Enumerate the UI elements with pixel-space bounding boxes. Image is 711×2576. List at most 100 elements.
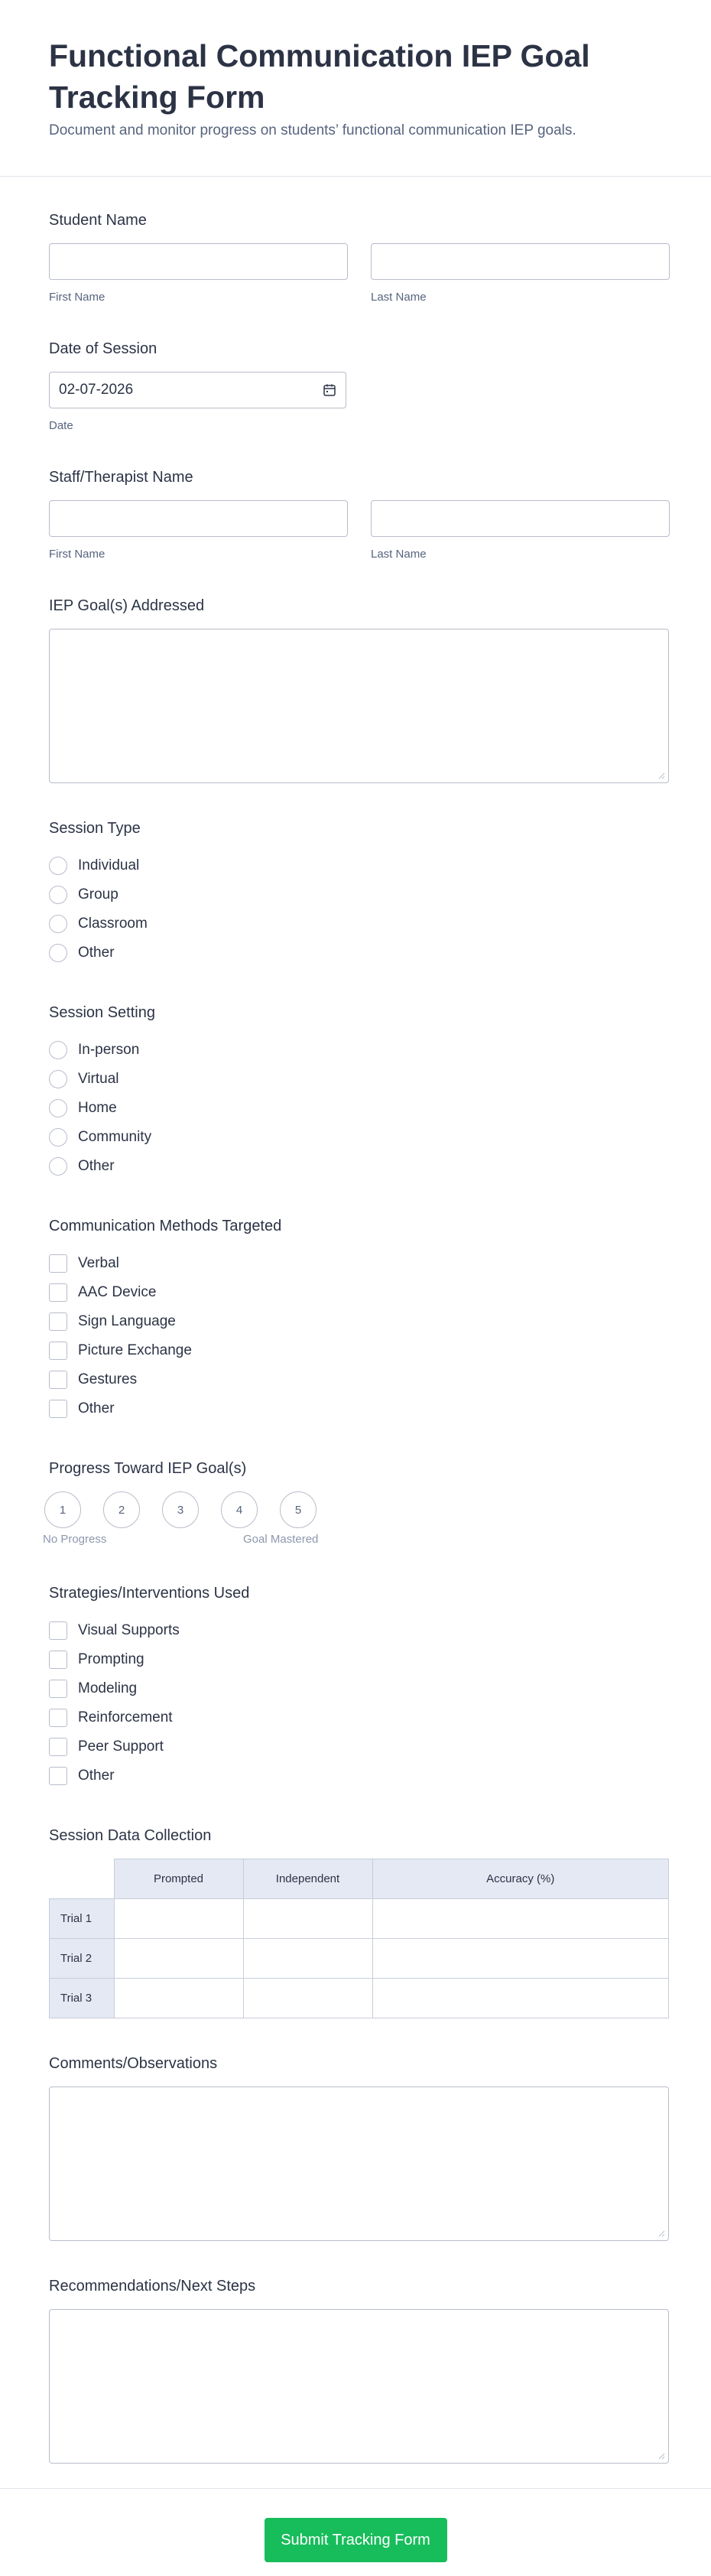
session-type-option[interactable]: Individual — [49, 851, 662, 880]
table-cell-input[interactable] — [113, 1938, 244, 1979]
session-setting-option[interactable]: Community — [49, 1123, 662, 1152]
table-cell-input[interactable] — [372, 1938, 669, 1979]
comm-method-option[interactable]: Gestures — [49, 1365, 662, 1394]
radio-button[interactable] — [49, 1070, 67, 1088]
session-type-option[interactable]: Other — [49, 938, 662, 968]
checkbox[interactable] — [49, 1371, 67, 1389]
session-setting-option[interactable]: Other — [49, 1152, 662, 1181]
checkbox[interactable] — [49, 1651, 67, 1669]
checkbox[interactable] — [49, 1767, 67, 1785]
staff-first-name-input[interactable] — [49, 500, 348, 537]
strategy-option[interactable]: Visual Supports — [49, 1616, 662, 1645]
radio-button[interactable] — [49, 857, 67, 875]
option-label: Other — [78, 945, 115, 961]
radio-button[interactable] — [49, 915, 67, 933]
table-cell-input[interactable] — [242, 1898, 373, 1939]
strategy-option[interactable]: Other — [49, 1761, 662, 1791]
comm-method-option[interactable]: Verbal — [49, 1249, 662, 1278]
scale-option-2[interactable]: 2 — [103, 1491, 140, 1528]
recommendations-textarea[interactable] — [49, 2309, 669, 2464]
session-setting-option[interactable]: Virtual — [49, 1065, 662, 1094]
student-first-name-input[interactable] — [49, 243, 348, 280]
radio-button[interactable] — [49, 1099, 67, 1117]
session-setting-field: Session Setting In-person Virtual Home C… — [49, 1004, 662, 1181]
strategy-option[interactable]: Reinforcement — [49, 1703, 662, 1732]
comm-method-option[interactable]: Sign Language — [49, 1307, 662, 1336]
checkbox[interactable] — [49, 1680, 67, 1698]
table-cell-input[interactable] — [372, 1978, 669, 2018]
resize-grip-icon[interactable] — [658, 2453, 665, 2460]
strategies-label: Strategies/Interventions Used — [49, 1585, 250, 1602]
submit-button[interactable]: Submit Tracking Form — [264, 2518, 447, 2562]
scale-option-4[interactable]: 4 — [221, 1491, 258, 1528]
comments-field: Comments/Observations — [49, 2055, 669, 2241]
option-label: Other — [78, 1400, 115, 1416]
radio-button[interactable] — [49, 944, 67, 962]
option-label: Home — [78, 1100, 117, 1116]
date-of-session-label: Date of Session — [49, 340, 157, 357]
scale-option-5[interactable]: 5 — [280, 1491, 317, 1528]
data-collection-table: Prompted Independent Accuracy (%) Trial … — [49, 1859, 669, 2018]
scale-option-3[interactable]: 3 — [162, 1491, 199, 1528]
option-label: AAC Device — [78, 1284, 157, 1300]
checkbox[interactable] — [49, 1621, 67, 1640]
row-header: Trial 3 — [49, 1978, 115, 2018]
checkbox[interactable] — [49, 1738, 67, 1756]
strategy-option[interactable]: Prompting — [49, 1645, 662, 1674]
column-header: Prompted — [113, 1859, 244, 1899]
checkbox[interactable] — [49, 1400, 67, 1418]
calendar-icon[interactable] — [323, 383, 336, 397]
table-cell-input[interactable] — [242, 1978, 373, 2018]
form-subtitle: Document and monitor progress on student… — [49, 122, 576, 138]
scale-labels: No Progress Goal Mastered — [43, 1533, 662, 1548]
strategy-option[interactable]: Modeling — [49, 1674, 662, 1703]
scale-option-1[interactable]: 1 — [44, 1491, 81, 1528]
checkbox[interactable] — [49, 1254, 67, 1273]
session-type-option[interactable]: Classroom — [49, 909, 662, 938]
radio-button[interactable] — [49, 886, 67, 904]
strategy-option[interactable]: Peer Support — [49, 1732, 662, 1761]
checkbox[interactable] — [49, 1709, 67, 1727]
table-cell-input[interactable] — [113, 1898, 244, 1939]
comm-method-option[interactable]: AAC Device — [49, 1278, 662, 1307]
session-type-option[interactable]: Group — [49, 880, 662, 909]
comm-method-option[interactable]: Other — [49, 1394, 662, 1423]
option-label: Reinforcement — [78, 1709, 173, 1725]
session-setting-option[interactable]: In-person — [49, 1036, 662, 1065]
table-cell-input[interactable] — [113, 1978, 244, 2018]
recommendations-label: Recommendations/Next Steps — [49, 2278, 256, 2295]
option-label: Picture Exchange — [78, 1342, 192, 1358]
resize-grip-icon[interactable] — [658, 2230, 665, 2237]
table-cell-input[interactable] — [242, 1938, 373, 1979]
session-setting-option[interactable]: Home — [49, 1094, 662, 1123]
form-footer: Submit Tracking Form — [0, 2488, 711, 2562]
radio-button[interactable] — [49, 1128, 67, 1147]
comments-textarea[interactable] — [49, 2086, 669, 2241]
form-header: Functional Communication IEP Goal Tracki… — [0, 0, 711, 177]
staff-last-name-sublabel: Last Name — [371, 548, 427, 561]
student-last-name-input[interactable] — [371, 243, 670, 280]
resize-grip-icon[interactable] — [658, 772, 665, 779]
date-input[interactable]: 02-07-2026 — [49, 372, 346, 408]
iep-goals-textarea[interactable] — [49, 629, 669, 783]
checkbox[interactable] — [49, 1342, 67, 1360]
table-cell-input[interactable] — [372, 1898, 669, 1939]
option-label: Peer Support — [78, 1738, 164, 1755]
checkbox[interactable] — [49, 1283, 67, 1302]
radio-button[interactable] — [49, 1157, 67, 1176]
date-sublabel: Date — [49, 419, 73, 432]
data-collection-label: Session Data Collection — [49, 1827, 212, 1844]
student-last-name-sublabel: Last Name — [371, 291, 427, 304]
option-label: Group — [78, 886, 118, 903]
session-type-field: Session Type Individual Group Classroom … — [49, 820, 662, 968]
checkbox[interactable] — [49, 1312, 67, 1331]
staff-last-name-input[interactable] — [371, 500, 670, 537]
progress-label: Progress Toward IEP Goal(s) — [49, 1460, 247, 1477]
radio-button[interactable] — [49, 1041, 67, 1059]
session-setting-label: Session Setting — [49, 1004, 155, 1021]
progress-field: Progress Toward IEP Goal(s) 1 2 3 4 5 No… — [43, 1460, 662, 1548]
student-name-field: Student Name First Name Last Name — [49, 212, 670, 304]
option-label: Modeling — [78, 1680, 138, 1696]
option-label: Prompting — [78, 1651, 144, 1667]
comm-method-option[interactable]: Picture Exchange — [49, 1336, 662, 1365]
